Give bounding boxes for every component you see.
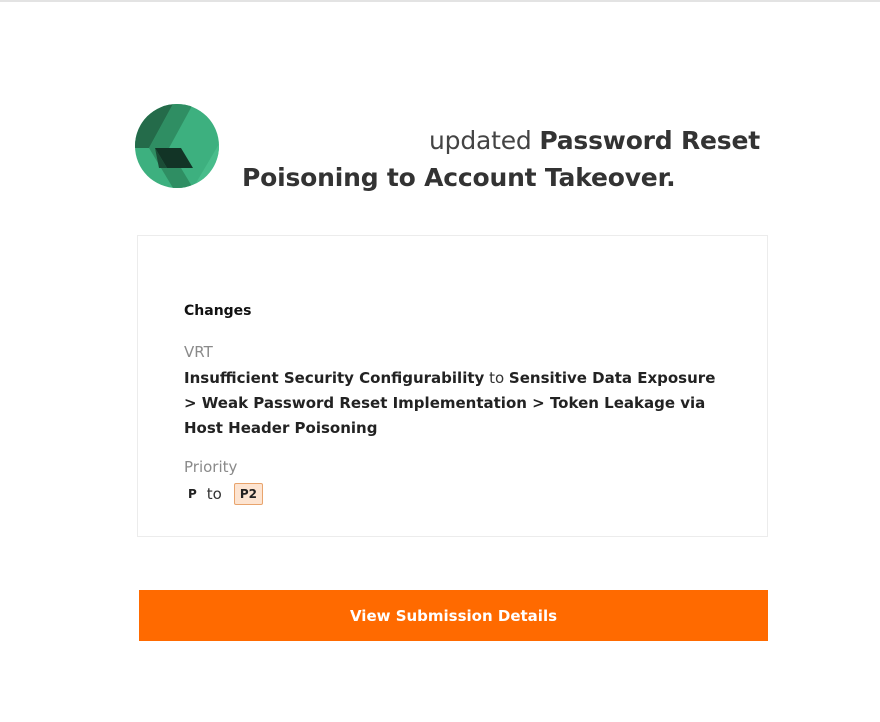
priority-connector: to [206, 485, 222, 503]
vrt-change: Insufficient Security Configurability to… [184, 366, 724, 441]
priority-to-badge: P2 [233, 483, 264, 505]
vrt-connector: to [489, 369, 505, 387]
headline-verb: updated [429, 126, 532, 155]
changes-card: Changes VRT Insufficient Security Config… [137, 235, 768, 537]
priority-change: P to P2 [184, 481, 264, 507]
notification-header: updated Password Reset Poisoning to Acco… [135, 104, 760, 204]
view-submission-details-button[interactable]: View Submission Details [139, 590, 768, 641]
vrt-label: VRT [184, 343, 213, 361]
top-divider [0, 0, 880, 2]
vrt-from: Insufficient Security Configurability [184, 369, 485, 387]
headline: updated Password Reset Poisoning to Acco… [242, 122, 762, 196]
priority-from-badge: P [188, 487, 197, 501]
changes-heading: Changes [184, 303, 252, 319]
company-logo-icon [135, 104, 219, 188]
priority-label: Priority [184, 458, 238, 476]
